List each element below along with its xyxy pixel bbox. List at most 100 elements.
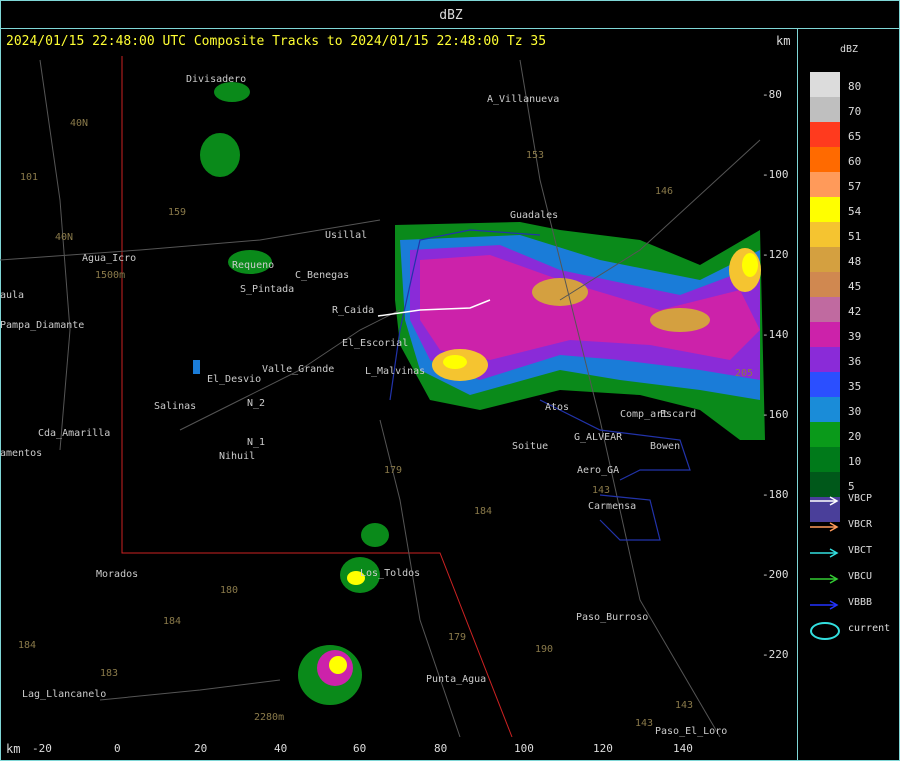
x-axis-tick-label: 0 [114, 742, 121, 755]
legend-swatch [810, 247, 840, 272]
echo-cell-south-core [329, 656, 347, 674]
legend-swatch [810, 322, 840, 347]
legend-swatch [810, 197, 840, 222]
y-axis-tick-label: -120 [762, 248, 789, 261]
route-number: 143 [635, 718, 654, 729]
legend-level-label: 35 [848, 380, 862, 393]
place-label: Punta_Agua [426, 674, 487, 685]
y-axis-tick-label: -140 [762, 328, 789, 341]
route-number: 159 [168, 207, 187, 218]
place-label: amentos [0, 448, 43, 459]
route-number: 2280m [254, 712, 285, 723]
legend-swatch [810, 222, 840, 247]
echo-cell-mid [361, 523, 389, 547]
legend-level-label: 48 [848, 255, 862, 268]
place-label: S_Pintada [240, 284, 295, 295]
x-axis-tick-label: -20 [32, 742, 52, 755]
legend-level-label: 39 [848, 330, 862, 343]
route-number: 40N [55, 232, 74, 243]
legend-swatch [810, 347, 840, 372]
place-label: Pampa_Diamante [0, 320, 85, 331]
place-label: Requeno [232, 260, 275, 271]
place-label: G_ALVEAR [574, 432, 623, 443]
legend-level-label: 42 [848, 305, 862, 318]
track-label: VBBB [848, 597, 873, 608]
place-label: L_Malvinas [365, 366, 426, 377]
place-label: aula [0, 290, 25, 301]
place-label: Soitue [512, 441, 549, 452]
echo-core-2 [650, 308, 710, 332]
place-label: Guadales [510, 210, 559, 221]
place-label: Nihuil [219, 451, 256, 462]
window-title: dBZ [439, 8, 463, 23]
track-label: current [848, 623, 891, 634]
timestamp-header: 2024/01/15 22:48:00 UTC Composite Tracks… [6, 34, 547, 49]
place-label: Usillal [325, 230, 368, 241]
place-label: Agua_Icro [82, 253, 137, 264]
legend-swatch [810, 447, 840, 472]
current-ellipse-icon [810, 622, 840, 640]
place-label: N_2 [247, 398, 266, 409]
y-axis-tick-label: -220 [762, 648, 789, 661]
echo-cell-el-desvio [193, 360, 200, 374]
legend-level-label: 36 [848, 355, 862, 368]
x-axis-tick-label: 40 [274, 742, 288, 755]
place-label: Salinas [154, 401, 197, 412]
place-label: Atos [545, 402, 570, 413]
legend-level-label: 45 [848, 280, 862, 293]
y-axis-tick-label: -180 [762, 488, 789, 501]
track-arrow-icon [810, 570, 840, 589]
route-number: 184 [474, 506, 493, 517]
y-axis-tick-label: -200 [762, 568, 789, 581]
track-label: VBCT [848, 545, 873, 556]
legend-level-label: 30 [848, 405, 862, 418]
place-label: C_Benegas [295, 270, 350, 281]
place-label: N_1 [247, 437, 266, 448]
place-label: El_Desvio [207, 374, 262, 385]
legend-swatch [810, 72, 840, 97]
place-label: Bowen [650, 441, 681, 452]
route-number: 143 [675, 700, 694, 711]
y-axis-tick-label: -100 [762, 168, 789, 181]
track-arrow-icon [810, 492, 840, 511]
legend-level-label: 57 [848, 180, 862, 193]
echo-cell-north [200, 133, 240, 177]
y-axis-tick-label: -160 [762, 408, 789, 421]
legend-level-label: 54 [848, 205, 862, 218]
legend-swatch [810, 147, 840, 172]
place-label: Valle_Grande [262, 364, 335, 375]
x-axis-tick-label: 140 [673, 742, 693, 755]
echo-cell-divisadero [214, 82, 250, 102]
place-label: Morados [96, 569, 139, 580]
x-axis-tick-label: 80 [434, 742, 448, 755]
route-number: 101 [20, 172, 39, 183]
legend-swatch [810, 372, 840, 397]
place-label: El_Escorial [342, 338, 409, 349]
legend-swatch [810, 122, 840, 147]
place-label: R_Caida [332, 305, 375, 316]
x-axis-tick-label: 60 [353, 742, 367, 755]
legend-swatch [810, 97, 840, 122]
radar-map[interactable] [0, 52, 770, 737]
legend-level-label: 70 [848, 105, 862, 118]
route-number: 205 [735, 368, 754, 379]
route-number: 153 [526, 150, 545, 161]
echo-core-6 [742, 253, 758, 277]
echo-core-1 [532, 278, 588, 306]
track-arrow-icon [810, 518, 840, 537]
radar-echoes [193, 82, 765, 705]
route-number: 146 [655, 186, 674, 197]
place-label: Cda_Amarilla [38, 428, 111, 439]
place-label: Paso_El_Loro [655, 726, 728, 737]
legend-level-label: 51 [848, 230, 862, 243]
legend-title: dBZ [840, 44, 859, 55]
legend-swatch [810, 422, 840, 447]
echo-core-4 [443, 355, 467, 369]
legend-level-label: 10 [848, 455, 862, 468]
route-number: 179 [448, 632, 467, 643]
x-axis-tick-label: 100 [514, 742, 534, 755]
x-axis-tick-label: 120 [593, 742, 613, 755]
track-arrow-icon [810, 544, 840, 563]
route-number: 180 [220, 585, 239, 596]
route-number: 183 [100, 668, 119, 679]
